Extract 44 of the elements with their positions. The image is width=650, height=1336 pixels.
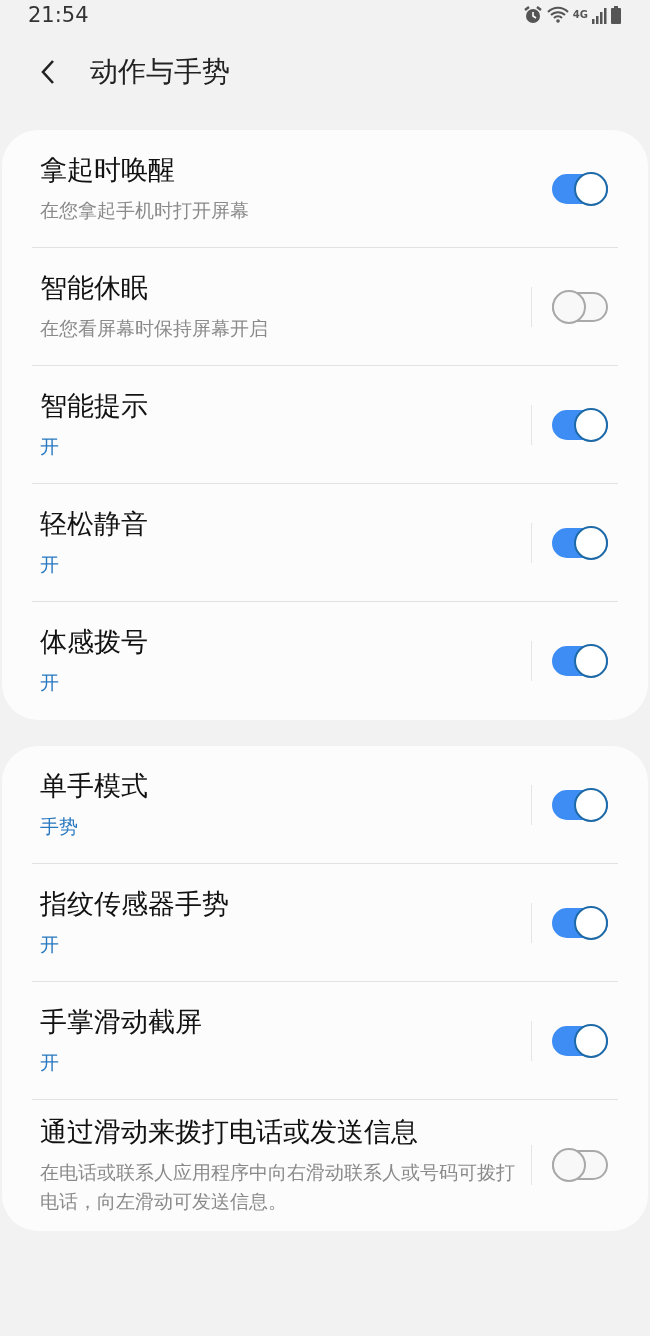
toggle-switch[interactable] [552,789,608,820]
toggle-switch[interactable] [552,1150,608,1181]
setting-status: 开 [40,670,60,696]
setting-title: 单手模式 [40,768,149,803]
setting-status: 开 [40,433,60,459]
toggle-switch[interactable] [552,646,608,676]
signal-icon [591,5,607,25]
toggle-switch[interactable] [552,1025,608,1056]
setting-row[interactable]: 通过滑动来拨打电话或发送信息 在电话或联系人应用程序中向右滑动联系人或号码可拨打电话，向左滑动可发送信息。 [32,1100,618,1231]
setting-status: 开 [40,1049,60,1075]
setting-title: 手掌滑动截屏 [40,1004,203,1039]
setting-title: 智能休眠 [40,270,149,305]
network-type: 4G [572,9,588,20]
setting-status: 手势 [40,813,79,839]
setting-title: 指纹传感器手势 [40,886,230,921]
setting-status: 开 [40,931,60,957]
wifi-icon [545,5,570,25]
setting-row[interactable]: 轻松静音 开 [32,484,618,602]
setting-title: 体感拨号 [40,625,149,660]
setting-row[interactable]: 单手模式 手势 [32,746,618,864]
toggle-switch[interactable] [552,907,608,938]
battery-icon [610,5,622,25]
setting-title: 轻松静音 [40,506,149,541]
setting-title: 拿起时唤醒 [40,152,176,187]
setting-description: 在电话或联系人应用程序中向右滑动联系人或号码可拨打电话，向左滑动可发送信息。 [40,1160,516,1215]
setting-title: 通过滑动来拨打电话或发送信息 [40,1115,419,1149]
setting-row[interactable]: 拿起时唤醒 在您拿起手机时打开屏幕 [32,130,618,248]
setting-title: 智能提示 [40,388,149,423]
page-title: 动作与手势 [90,54,230,90]
back-icon[interactable] [40,59,56,85]
toggle-switch[interactable] [552,527,608,558]
setting-row[interactable]: 手掌滑动截屏 开 [32,982,618,1100]
setting-row[interactable]: 指纹传感器手势 开 [32,864,618,982]
setting-row[interactable]: 体感拨号 开 [32,602,618,720]
alarm-clock-icon [522,5,543,25]
setting-description: 在您看屏幕时保持屏幕开启 [40,315,269,341]
toggle-switch[interactable] [552,409,608,440]
setting-row[interactable]: 智能休眠 在您看屏幕时保持屏幕开启 [32,248,618,366]
toggle-switch[interactable] [552,291,608,322]
toggle-switch[interactable] [552,173,608,204]
status-time: 21:54 [28,3,89,27]
setting-status: 开 [40,551,60,577]
setting-description: 在您拿起手机时打开屏幕 [40,197,250,223]
setting-row[interactable]: 智能提示 开 [32,366,618,484]
